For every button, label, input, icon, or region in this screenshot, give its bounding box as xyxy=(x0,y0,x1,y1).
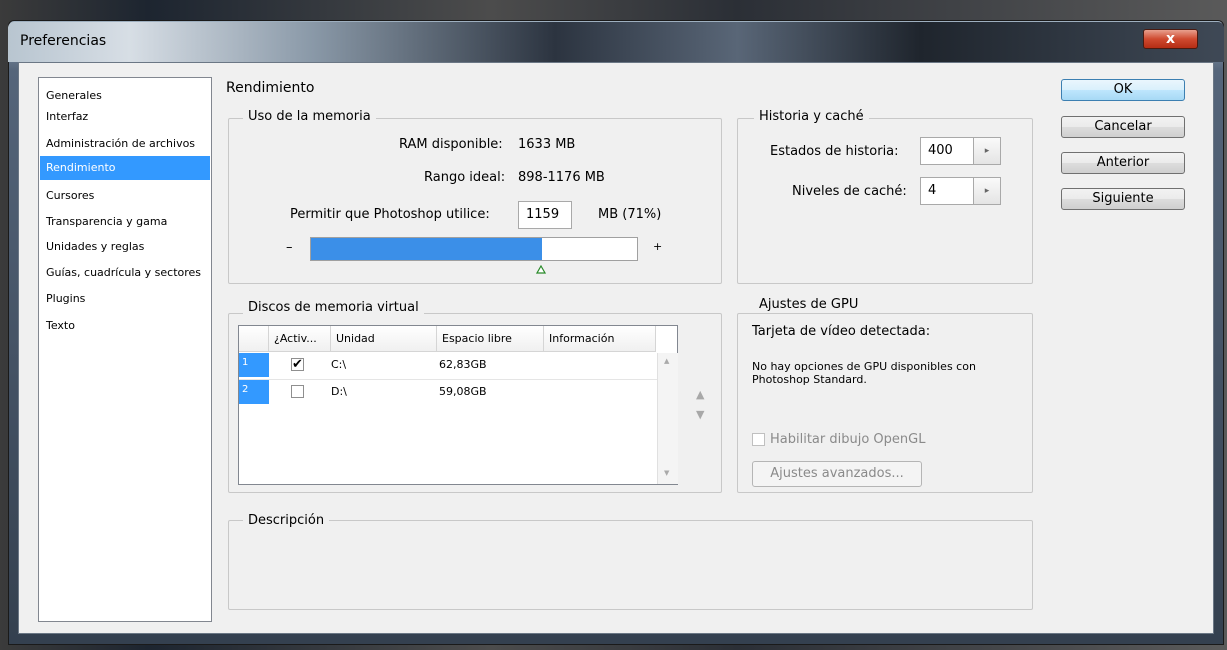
description-group xyxy=(228,520,1033,610)
table-header-drive[interactable]: Unidad xyxy=(331,326,437,352)
history-states-label: Estados de historia: xyxy=(770,144,899,159)
ram-available-value: 1633 MB xyxy=(518,137,576,152)
table-header-rownum xyxy=(239,326,269,352)
memory-slider-fill xyxy=(311,238,542,260)
memory-usage-title: Uso de la memoria xyxy=(243,109,376,124)
table-header-active[interactable]: ¿Activ... xyxy=(269,326,331,352)
move-down-arrow-icon[interactable]: ▼ xyxy=(696,408,704,421)
description-title: Descripción xyxy=(243,513,330,528)
table-row[interactable]: 1 ✔ C:\ 62,83GB xyxy=(239,353,657,377)
category-item-administracion-archivos[interactable]: Administración de archivos xyxy=(40,132,210,156)
slider-plus-label: + xyxy=(653,240,663,253)
category-item-rendimiento[interactable]: Rendimiento xyxy=(40,156,210,180)
row-active-checkbox[interactable] xyxy=(291,385,304,398)
gpu-settings-title: Ajustes de GPU xyxy=(754,297,864,312)
scratch-disks-title: Discos de memoria virtual xyxy=(243,300,424,315)
ok-button[interactable]: OK xyxy=(1061,79,1185,101)
row-number: 2 xyxy=(239,380,269,404)
history-states-spin-button[interactable]: ▸ xyxy=(973,137,1001,165)
row-drive: C:\ xyxy=(331,358,347,371)
row-free-space: 62,83GB xyxy=(439,358,487,371)
next-button[interactable]: Siguiente xyxy=(1061,188,1185,210)
cache-levels-input[interactable]: 4 xyxy=(920,177,974,205)
ram-available-label: RAM disponible: xyxy=(399,137,503,152)
memory-unit-label: MB (71%) xyxy=(598,207,662,222)
row-active-checkbox[interactable]: ✔ xyxy=(291,358,304,371)
category-item-guias-cuadricula[interactable]: Guías, cuadrícula y sectores xyxy=(40,261,210,285)
scratch-disks-table[interactable]: ¿Activ... Unidad Espacio libre Informaci… xyxy=(238,325,678,485)
scroll-down-arrow-icon[interactable]: ▼ xyxy=(664,469,669,477)
window-title: Preferencias xyxy=(20,33,107,49)
move-up-arrow-icon[interactable]: ▲ xyxy=(696,388,704,401)
category-item-interfaz[interactable]: Interfaz xyxy=(40,105,210,129)
table-header-free-space[interactable]: Espacio libre xyxy=(437,326,544,352)
cache-levels-spin-button[interactable]: ▸ xyxy=(973,177,1001,205)
gpu-detected-label: Tarjeta de vídeo detectada: xyxy=(752,324,931,339)
opengl-checkbox[interactable] xyxy=(752,433,765,446)
category-item-cursores[interactable]: Cursores xyxy=(40,184,210,208)
ideal-range-label: Rango ideal: xyxy=(424,170,506,185)
gpu-message: No hay opciones de GPU disponibles con P… xyxy=(752,360,976,386)
memory-slider-track[interactable] xyxy=(310,237,638,261)
memory-slider-thumb[interactable] xyxy=(535,260,547,274)
category-list: Generales Interfaz Administración de arc… xyxy=(38,77,212,622)
category-item-transparencia-gama[interactable]: Transparencia y gama xyxy=(40,210,210,234)
table-row[interactable]: 2 D:\ 59,08GB xyxy=(239,379,657,404)
close-button[interactable]: x xyxy=(1143,29,1198,49)
cache-levels-label: Niveles de caché: xyxy=(792,184,907,199)
table-header-info[interactable]: Información xyxy=(544,326,656,352)
row-drive: D:\ xyxy=(331,385,347,398)
row-free-space: 59,08GB xyxy=(439,385,487,398)
ideal-range-value: 898-1176 MB xyxy=(518,170,605,185)
memory-amount-input[interactable]: 1159 xyxy=(518,201,572,229)
previous-button[interactable]: Anterior xyxy=(1061,152,1185,174)
category-item-unidades-reglas[interactable]: Unidades y reglas xyxy=(40,235,210,259)
row-number: 1 xyxy=(239,353,269,377)
opengl-label: Habilitar dibujo OpenGL xyxy=(770,432,926,447)
page-heading: Rendimiento xyxy=(226,80,315,96)
category-item-texto[interactable]: Texto xyxy=(40,314,210,338)
scroll-up-arrow-icon[interactable]: ▲ xyxy=(664,357,669,365)
history-states-input[interactable]: 400 xyxy=(920,137,974,165)
slider-minus-label: – xyxy=(286,240,293,255)
title-bar[interactable] xyxy=(8,22,1224,62)
cancel-button[interactable]: Cancelar xyxy=(1061,116,1185,138)
category-item-plugins[interactable]: Plugins xyxy=(40,287,210,311)
history-cache-title: Historia y caché xyxy=(754,109,869,124)
table-scrollbar[interactable]: ▲ ▼ xyxy=(657,353,678,484)
advanced-settings-button[interactable]: Ajustes avanzados... xyxy=(752,461,922,487)
allow-memory-label: Permitir que Photoshop utilice: xyxy=(290,207,490,222)
